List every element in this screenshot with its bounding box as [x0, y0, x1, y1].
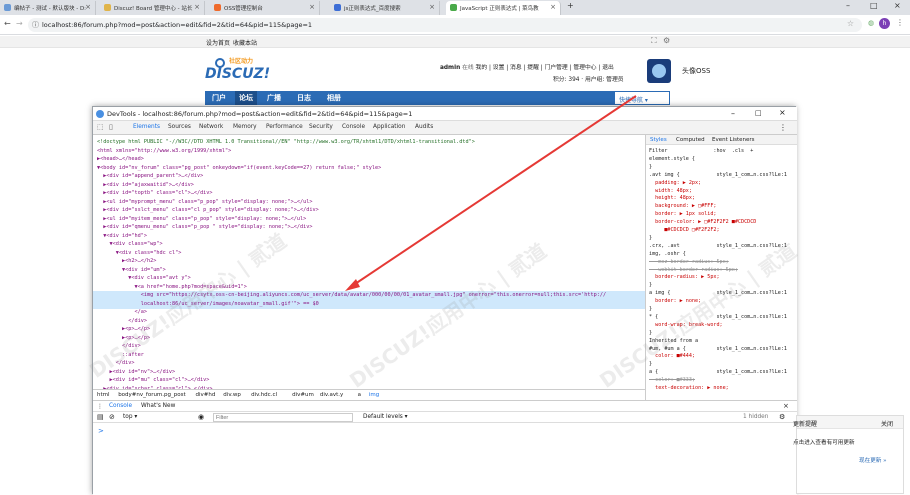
- annotation-arrow: [345, 95, 637, 291]
- arrow-line: [351, 95, 637, 287]
- arrow-head-icon: [345, 279, 360, 291]
